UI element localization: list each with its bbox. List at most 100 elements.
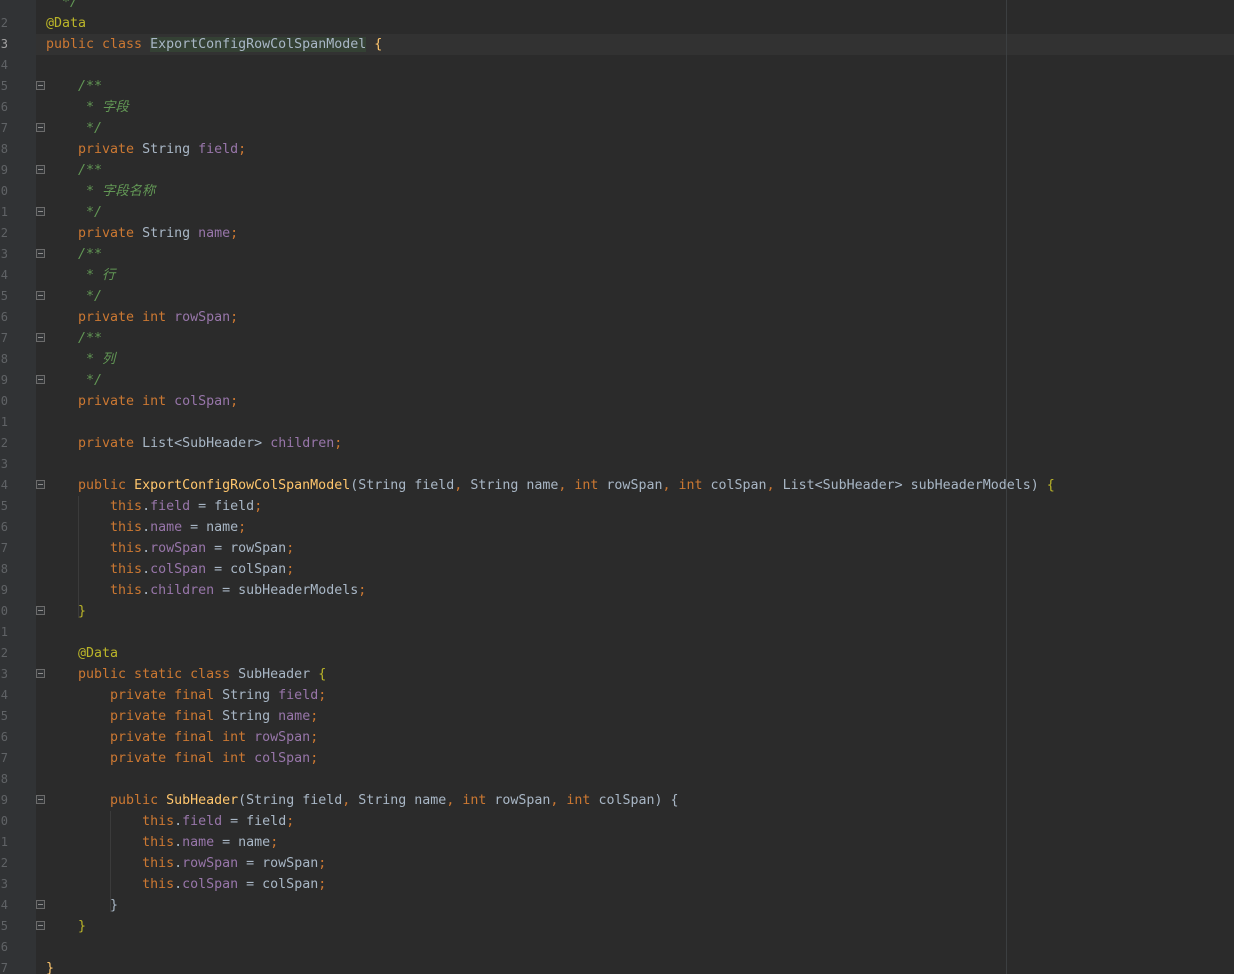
code-text[interactable]: } <box>46 916 86 937</box>
code-text[interactable]: @Data <box>46 13 86 34</box>
code-line[interactable]: 3 <box>0 454 1234 475</box>
code-text[interactable]: } <box>46 958 54 974</box>
code-text[interactable]: private final String name; <box>46 706 318 727</box>
code-line[interactable]: 4 * 行 <box>0 265 1234 286</box>
code-text[interactable]: * 列 <box>46 349 115 370</box>
code-text[interactable]: */ <box>46 118 102 139</box>
code-line[interactable]: 7} <box>0 958 1234 974</box>
fold-toggle-icon[interactable] <box>36 123 45 132</box>
fold-toggle-icon[interactable] <box>36 333 45 342</box>
code-text[interactable]: public static class SubHeader { <box>46 664 326 685</box>
code-line[interactable]: 9 this.children = subHeaderModels; <box>0 580 1234 601</box>
code-line[interactable]: 1 */ <box>0 202 1234 223</box>
code-text[interactable]: private int rowSpan; <box>46 307 238 328</box>
code-text[interactable]: /** <box>46 244 102 265</box>
code-line[interactable]: 6 <box>0 937 1234 958</box>
code-line[interactable]: 5 } <box>0 916 1234 937</box>
code-line[interactable]: 2 private List<SubHeader> children; <box>0 433 1234 454</box>
code-text[interactable]: @Data <box>46 643 118 664</box>
fold-toggle-icon[interactable] <box>36 291 45 300</box>
code-text[interactable]: /** <box>46 160 102 181</box>
code-line[interactable]: 1 this.name = name; <box>0 832 1234 853</box>
code-line[interactable]: 4 private final String field; <box>0 685 1234 706</box>
code-line[interactable]: 7 */ <box>0 118 1234 139</box>
code-line[interactable]: 3 public class ExportConfigRowColSpanMode… <box>0 34 1234 55</box>
code-text[interactable]: public ExportConfigRowColSpanModel(Strin… <box>46 475 1055 496</box>
code-text[interactable]: /** <box>46 76 102 97</box>
code-line[interactable]: 7 private final int colSpan; <box>0 748 1234 769</box>
code-line[interactable]: 5 */ <box>0 286 1234 307</box>
code-line[interactable]: 5 this.field = field; <box>0 496 1234 517</box>
code-line[interactable]: 8 private String field; <box>0 139 1234 160</box>
fold-toggle-icon[interactable] <box>36 375 45 384</box>
code-line[interactable]: 9 */ <box>0 370 1234 391</box>
code-text[interactable]: public class ExportConfigRowColSpanModel… <box>46 34 382 55</box>
code-text[interactable]: * 字段名称 <box>46 181 155 202</box>
code-text[interactable]: private List<SubHeader> children; <box>46 433 342 454</box>
code-line[interactable]: 6 private final int rowSpan; <box>0 727 1234 748</box>
fold-toggle-icon[interactable] <box>36 480 45 489</box>
code-line[interactable]: 2 this.rowSpan = rowSpan; <box>0 853 1234 874</box>
code-text[interactable]: * 行 <box>46 265 115 286</box>
code-line[interactable]: 0 * 字段名称 <box>0 181 1234 202</box>
fold-toggle-icon[interactable] <box>36 249 45 258</box>
code-line[interactable]: 4 public ExportConfigRowColSpanModel(Str… <box>0 475 1234 496</box>
code-line[interactable]: 0 } <box>0 601 1234 622</box>
code-text[interactable]: * 字段 <box>46 97 129 118</box>
fold-toggle-icon[interactable] <box>36 669 45 678</box>
code-text[interactable]: */ <box>46 0 78 13</box>
fold-toggle-icon[interactable] <box>36 606 45 615</box>
code-text[interactable]: */ <box>46 370 102 391</box>
code-line[interactable]: 4 <box>0 55 1234 76</box>
code-text[interactable]: } <box>46 895 118 916</box>
code-text[interactable]: private final int rowSpan; <box>46 727 318 748</box>
code-line[interactable]: 6 * 字段 <box>0 97 1234 118</box>
code-editor[interactable]: */ 2 @Data 3 public class ExportConfigRowCol… <box>0 0 1234 974</box>
code-line[interactable]: 7 /** <box>0 328 1234 349</box>
code-text[interactable]: private String name; <box>46 223 238 244</box>
code-line[interactable]: 2 private String name; <box>0 223 1234 244</box>
code-text[interactable]: private final String field; <box>46 685 326 706</box>
code-line[interactable]: 1 <box>0 412 1234 433</box>
fold-toggle-icon[interactable] <box>36 795 45 804</box>
code-line[interactable]: 8 * 列 <box>0 349 1234 370</box>
code-line[interactable]: 3 /** <box>0 244 1234 265</box>
code-text[interactable]: this.rowSpan = rowSpan; <box>46 853 326 874</box>
code-text[interactable]: this.name = name; <box>46 832 278 853</box>
code-line[interactable]: 6 this.name = name; <box>0 517 1234 538</box>
code-text[interactable]: this.name = name; <box>46 517 246 538</box>
fold-toggle-icon[interactable] <box>36 900 45 909</box>
code-line[interactable]: 0 private int colSpan; <box>0 391 1234 412</box>
code-text[interactable]: /** <box>46 328 102 349</box>
fold-toggle-icon[interactable] <box>36 921 45 930</box>
code-line[interactable]: 6 private int rowSpan; <box>0 307 1234 328</box>
code-text[interactable]: */ <box>46 202 102 223</box>
code-line[interactable]: 5 /** <box>0 76 1234 97</box>
code-line[interactable]: 7 this.rowSpan = rowSpan; <box>0 538 1234 559</box>
fold-toggle-icon[interactable] <box>36 165 45 174</box>
code-line[interactable]: 5 private final String name; <box>0 706 1234 727</box>
code-text[interactable]: } <box>46 601 86 622</box>
fold-toggle-icon[interactable] <box>36 81 45 90</box>
fold-toggle-icon[interactable] <box>36 207 45 216</box>
code-text[interactable]: */ <box>46 286 102 307</box>
code-line[interactable]: */ <box>0 0 1234 13</box>
code-line[interactable]: 3 this.colSpan = colSpan; <box>0 874 1234 895</box>
code-text[interactable]: this.colSpan = colSpan; <box>46 874 326 895</box>
code-line[interactable]: 2 @Data <box>0 13 1234 34</box>
code-text[interactable]: this.rowSpan = rowSpan; <box>46 538 294 559</box>
code-text[interactable]: this.colSpan = colSpan; <box>46 559 294 580</box>
code-text[interactable]: private int colSpan; <box>46 391 238 412</box>
code-text[interactable]: this.children = subHeaderModels; <box>46 580 366 601</box>
code-line[interactable]: 1 <box>0 622 1234 643</box>
code-text[interactable]: this.field = field; <box>46 811 294 832</box>
code-line[interactable]: 2 @Data <box>0 643 1234 664</box>
code-line[interactable]: 4 } <box>0 895 1234 916</box>
code-text[interactable]: private String field; <box>46 139 246 160</box>
code-text[interactable]: private final int colSpan; <box>46 748 318 769</box>
code-line[interactable]: 0 this.field = field; <box>0 811 1234 832</box>
code-line[interactable]: 8 <box>0 769 1234 790</box>
code-line[interactable]: 8 this.colSpan = colSpan; <box>0 559 1234 580</box>
code-text[interactable]: public SubHeader(String field, String na… <box>46 790 679 811</box>
code-line[interactable]: 9 public SubHeader(String field, String … <box>0 790 1234 811</box>
